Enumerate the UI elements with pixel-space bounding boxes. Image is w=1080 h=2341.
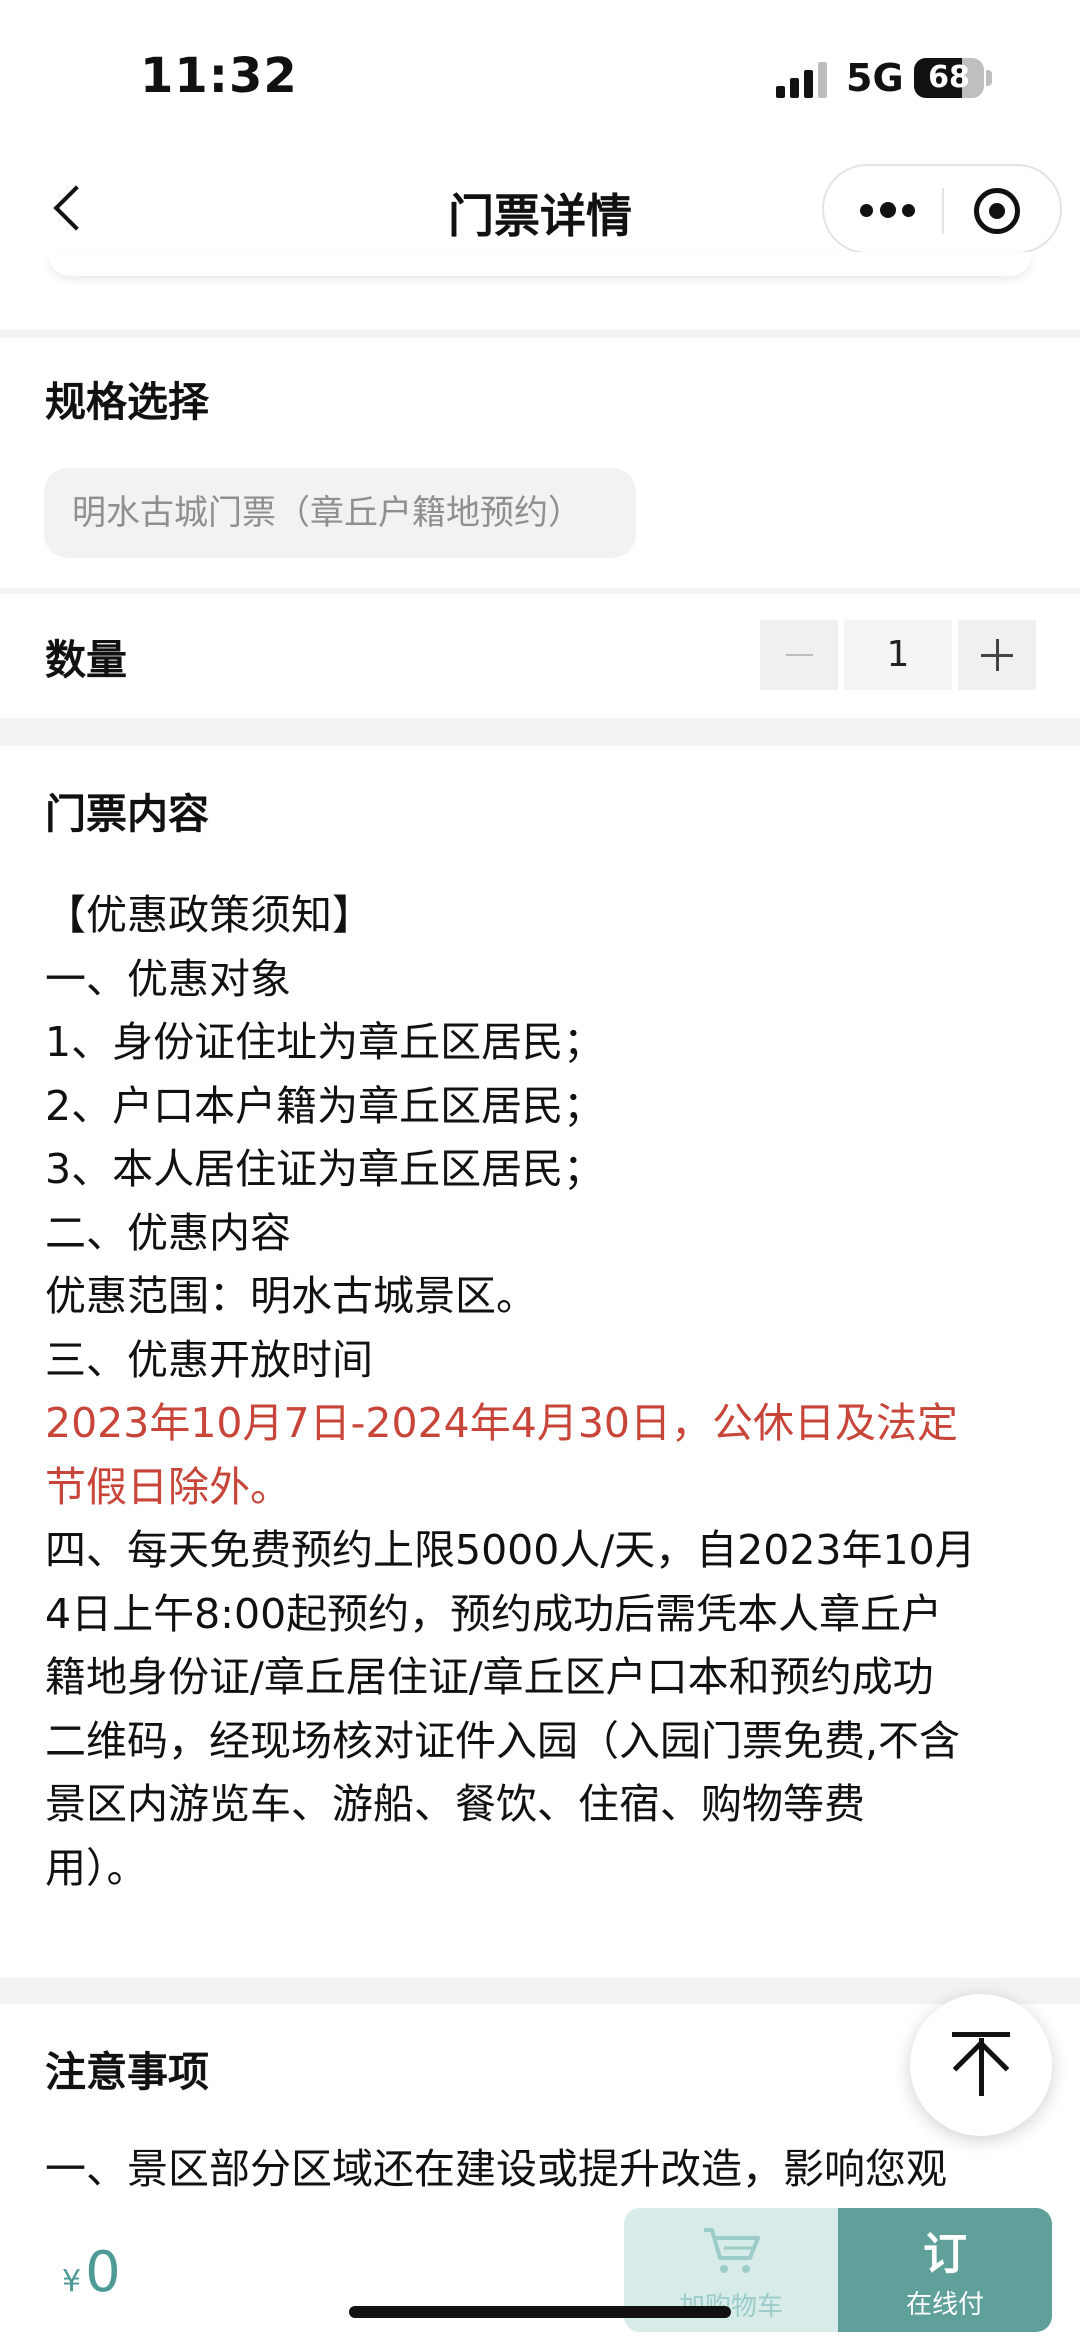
content-line: 2、户口本户籍为章丘区居民；: [45, 1081, 605, 1130]
content-line: 用）。: [45, 1843, 148, 1892]
battery-tip: [986, 70, 992, 86]
close-target-icon[interactable]: [974, 188, 1020, 234]
notice-title: 注意事项: [45, 2048, 209, 2096]
order-char: 订: [923, 2229, 967, 2280]
quantity-value[interactable]: 1: [844, 620, 952, 690]
mini-program-capsule: [822, 164, 1062, 254]
order-online-button[interactable]: 订 在线付: [838, 2208, 1052, 2332]
network-type: 5G: [846, 56, 904, 100]
quantity-title: 数量: [45, 636, 127, 684]
content-line: 籍地身份证/章丘居住证/章丘区户口本和预约成功: [45, 1653, 934, 1701]
status-time: 11:32: [140, 48, 298, 104]
content-line: 一、优惠对象: [45, 954, 291, 1003]
back-to-top-button[interactable]: [910, 1994, 1052, 2136]
spec-title: 规格选择: [45, 378, 209, 426]
home-indicator: [349, 2306, 731, 2318]
previous-card-edge: [48, 252, 1032, 276]
capsule-divider: [942, 188, 944, 234]
currency-symbol: ¥: [62, 2264, 82, 2299]
content-line: 四、每天免费预约上限5000人/天，自2023年10月: [45, 1526, 976, 1574]
content-line-highlight: 2023年10月7日-2024年4月30日，公休日及法定: [45, 1399, 958, 1447]
content-line: 3、本人居住证为章丘区居民；: [45, 1145, 605, 1193]
more-icon[interactable]: [854, 192, 944, 228]
content-line: 二、优惠内容: [45, 1208, 291, 1257]
decrement-button[interactable]: [760, 620, 838, 690]
content-line: 优惠范围：明水古城景区。: [45, 1272, 537, 1320]
battery-icon: 68: [914, 58, 984, 98]
back-to-top-icon: [952, 2032, 1010, 2037]
status-bar: 11:32 5G 68: [0, 0, 1080, 160]
divider: [0, 330, 1080, 338]
section-gap: [0, 718, 1080, 746]
ticket-content-title: 门票内容: [45, 790, 209, 838]
ticket-content-body: 【优惠政策须知】 一、优惠对象 1、身份证住址为章丘区居民； 2、户口本户籍为章…: [45, 884, 1035, 1900]
content-line: 三、优惠开放时间: [45, 1335, 373, 1384]
content-line: 1、身份证住址为章丘区居民；: [45, 1018, 605, 1066]
battery-level: 68: [928, 60, 970, 95]
content-line: 4日上午8:00起预约，预约成功后需凭本人章丘户: [45, 1589, 943, 1638]
content-line: 【优惠政策须知】: [45, 891, 373, 939]
signal-icon: [776, 62, 830, 98]
spec-option-chip[interactable]: 明水古城门票（章丘户籍地预约）: [44, 468, 636, 558]
quantity-stepper: 1: [760, 620, 1036, 690]
bottom-action-bar: ¥0 加购物车 订 在线付: [0, 2200, 1080, 2341]
content-line: 景区内游览车、游船、餐饮、住宿、购物等费: [45, 1780, 865, 1828]
content-line-highlight: 节假日除外。: [45, 1462, 291, 1511]
section-gap: [0, 1978, 1080, 2004]
total-price: ¥0: [62, 2240, 121, 2305]
content-line: 二维码，经现场核对证件入园（入园门票免费,不含: [45, 1716, 961, 1765]
cart-icon: [704, 2228, 760, 2273]
notice-body: 一、景区部分区域还在建设或提升改造，影响您观: [45, 2138, 1035, 2202]
divider: [0, 588, 1080, 594]
order-label: 在线付: [905, 2290, 984, 2320]
notice-line: 一、景区部分区域还在建设或提升改造，影响您观: [45, 2145, 947, 2193]
increment-button[interactable]: [958, 620, 1036, 690]
price-amount: 0: [85, 2240, 121, 2305]
